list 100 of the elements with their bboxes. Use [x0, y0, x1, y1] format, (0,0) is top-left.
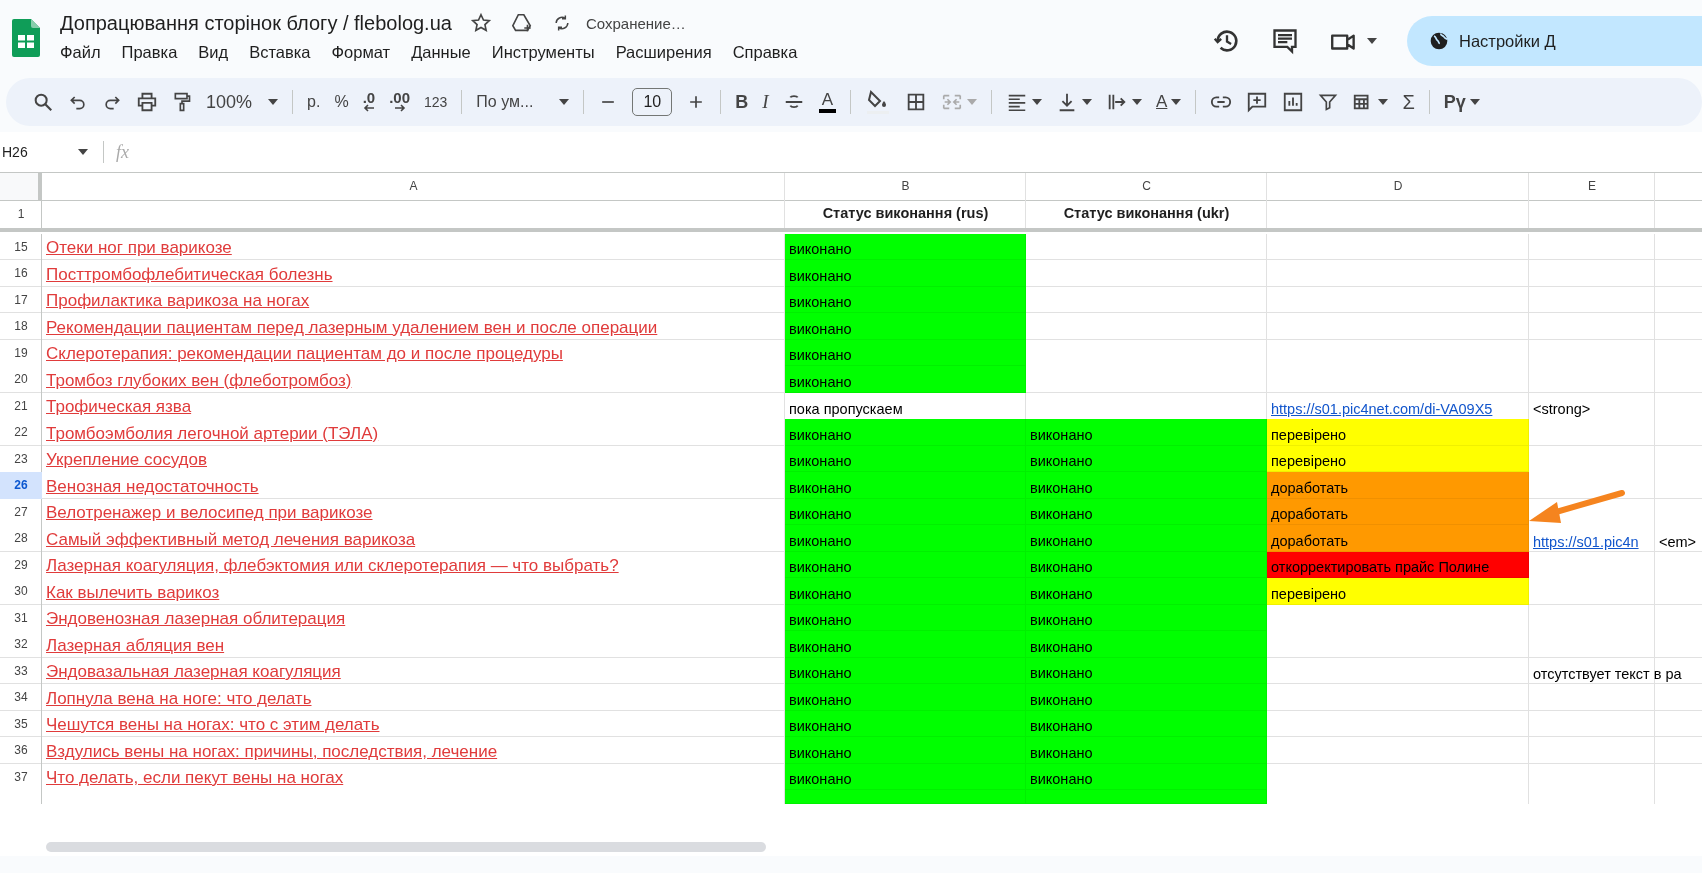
row-number[interactable]: 16	[0, 260, 42, 287]
caret-icon[interactable]	[1032, 99, 1043, 105]
name-box[interactable]: H26	[0, 144, 78, 160]
article-link[interactable]: Как вылечить варикоз	[46, 582, 220, 603]
row-number[interactable]: 23	[0, 445, 42, 472]
row-number[interactable]: 32	[0, 631, 42, 658]
menu-item[interactable]: Расширения	[615, 43, 712, 62]
row-number[interactable]: 26	[0, 472, 42, 499]
row-number[interactable]: 36	[0, 737, 42, 764]
caret-icon[interactable]	[1082, 99, 1093, 105]
article-link[interactable]: Тромбоэмболия легочной артерии (ТЭЛА)	[46, 423, 379, 444]
article-link[interactable]: Венозная недостаточность	[46, 476, 259, 497]
article-link[interactable]: Трофическая язва	[46, 397, 192, 417]
filter-icon[interactable]	[1318, 92, 1339, 112]
history-icon[interactable]	[1213, 27, 1241, 55]
row-number[interactable]: 15	[0, 233, 42, 260]
row-number[interactable]: 33	[0, 657, 42, 684]
caret-icon[interactable]	[1378, 99, 1389, 105]
print-icon[interactable]	[136, 91, 158, 113]
row-number[interactable]: 31	[0, 604, 42, 631]
font-size-field[interactable]: 10	[632, 88, 673, 116]
row-number[interactable]: 19	[0, 339, 42, 366]
chart-icon[interactable]	[1282, 91, 1305, 113]
text-rotation-button[interactable]: A	[1156, 92, 1168, 112]
article-link[interactable]: Склеротерапия: рекомендации пациентам до и после процедуры	[46, 344, 563, 364]
add-comment-icon[interactable]	[1246, 91, 1269, 113]
fill-color-icon[interactable]	[865, 89, 892, 115]
drive-icon[interactable]	[509, 12, 534, 34]
row-number[interactable]: 28	[0, 525, 42, 552]
star-icon[interactable]	[469, 12, 492, 34]
increase-decimals-button[interactable]: .00	[389, 92, 410, 112]
url-link[interactable]: https://s01.pic4net.com/di-VA09X5	[1271, 401, 1493, 417]
text-color-button[interactable]: A	[818, 91, 837, 113]
article-link[interactable]: Посттромбофлебитическая болезнь	[46, 264, 333, 285]
caret-icon[interactable]	[1132, 99, 1143, 105]
menu-item[interactable]: Формат	[331, 43, 391, 62]
article-link[interactable]: Лазерная абляция вен	[46, 635, 225, 656]
currency-button[interactable]: р.	[307, 93, 321, 111]
article-link[interactable]: Тромбоз глубоких вен (флеботромбоз)	[46, 370, 352, 391]
functions-button[interactable]: Σ	[1402, 90, 1415, 114]
column-title: Статус виконання (rus)	[822, 205, 989, 222]
paint-format-icon[interactable]	[172, 91, 192, 113]
row-number[interactable]: 21	[0, 392, 42, 419]
menu-item[interactable]: Файл	[60, 43, 101, 62]
document-title[interactable]: Допрацювання сторінок блогу / flebolog.ua	[60, 11, 452, 35]
article-link[interactable]: Эндовазальная лазерная коагуляция	[46, 662, 341, 682]
status-cell: виконано	[785, 710, 1026, 737]
share-button[interactable]: Настройки Д	[1407, 16, 1702, 66]
row-number[interactable]: 29	[0, 551, 42, 578]
caret-icon[interactable]	[1171, 99, 1182, 105]
column-header[interactable]: B	[901, 179, 910, 193]
row-number[interactable]: 20	[0, 366, 42, 393]
more-formats-button[interactable]: 123	[424, 94, 448, 110]
column-header[interactable]: D	[1393, 179, 1403, 193]
article-link[interactable]: Отеки ног при варикозе	[46, 238, 232, 258]
row-number[interactable]: 37	[0, 763, 42, 790]
search-icon[interactable]	[32, 91, 54, 113]
article-link[interactable]: Укрепление сосудов	[46, 450, 207, 470]
zoom-dropdown[interactable]: 100%	[206, 91, 279, 113]
caret-icon[interactable]	[1469, 99, 1480, 105]
article-link[interactable]: Вздулись вены на ногах: причины, последствия, лечение	[46, 741, 498, 762]
article-link[interactable]: Самый эффективный метод лечения варикоза	[46, 529, 416, 550]
sheets-logo-icon[interactable]	[12, 19, 40, 57]
input-tools-button[interactable]: Рү	[1443, 91, 1466, 113]
row-number[interactable]: 17	[0, 286, 42, 313]
decrease-decimals-button[interactable]: .0	[362, 92, 376, 112]
row-number[interactable]: 1	[17, 207, 25, 222]
menu-item[interactable]: Справка	[732, 43, 798, 62]
article-link[interactable]: Чешутся вены на ногах: что с этим делать	[46, 715, 380, 735]
status-cell: виконано	[1026, 525, 1267, 552]
article-link[interactable]: Лопнула вена на ноге: что делать	[46, 688, 312, 709]
article-link[interactable]: Велотренажер и велосипед при варикозе	[46, 503, 373, 523]
menu-item[interactable]: Вид	[198, 43, 229, 62]
comment-icon[interactable]	[1271, 27, 1299, 55]
article-link[interactable]: Эндовенозная лазерная облитерация	[46, 609, 346, 629]
row-number[interactable]: 30	[0, 578, 42, 605]
row-number[interactable]: 18	[0, 313, 42, 340]
scrollbar-thumb[interactable]	[46, 842, 766, 852]
menu-item[interactable]: Вставка	[249, 43, 311, 62]
article-link[interactable]: Что делать, если пекут вены на ногах	[46, 768, 344, 788]
row-number[interactable]: 34	[0, 684, 42, 711]
menu-item[interactable]: Инструменты	[491, 43, 595, 62]
row-number[interactable]: 22	[0, 419, 42, 446]
menu-item[interactable]: Данные	[411, 43, 471, 62]
row-number[interactable]: 35	[0, 710, 42, 737]
menu-item[interactable]: Правка	[121, 43, 178, 62]
column-header[interactable]: C	[1142, 179, 1151, 193]
article-link[interactable]: Профилактика варикоза на ногах	[46, 291, 310, 311]
article-link[interactable]: Рекомендации пациентам перед лазерным удалением вен и после операции	[46, 317, 658, 338]
caret-icon[interactable]	[1367, 38, 1377, 44]
font-dropdown[interactable]: По ум...	[476, 93, 570, 111]
column-header[interactable]: A	[409, 179, 418, 193]
caret-icon[interactable]	[78, 149, 88, 155]
article-link[interactable]: Лазерная коагуляция, флебэктомия или склеротерапия — что выбрать?	[46, 556, 619, 576]
italic-button[interactable]: I	[762, 91, 769, 113]
bold-button[interactable]: B	[735, 91, 749, 113]
column-header[interactable]: E	[1588, 179, 1596, 193]
url-link[interactable]: https://s01.pic4n	[1533, 533, 1639, 550]
row-number[interactable]: 27	[0, 498, 42, 525]
percent-button[interactable]: %	[334, 93, 349, 111]
